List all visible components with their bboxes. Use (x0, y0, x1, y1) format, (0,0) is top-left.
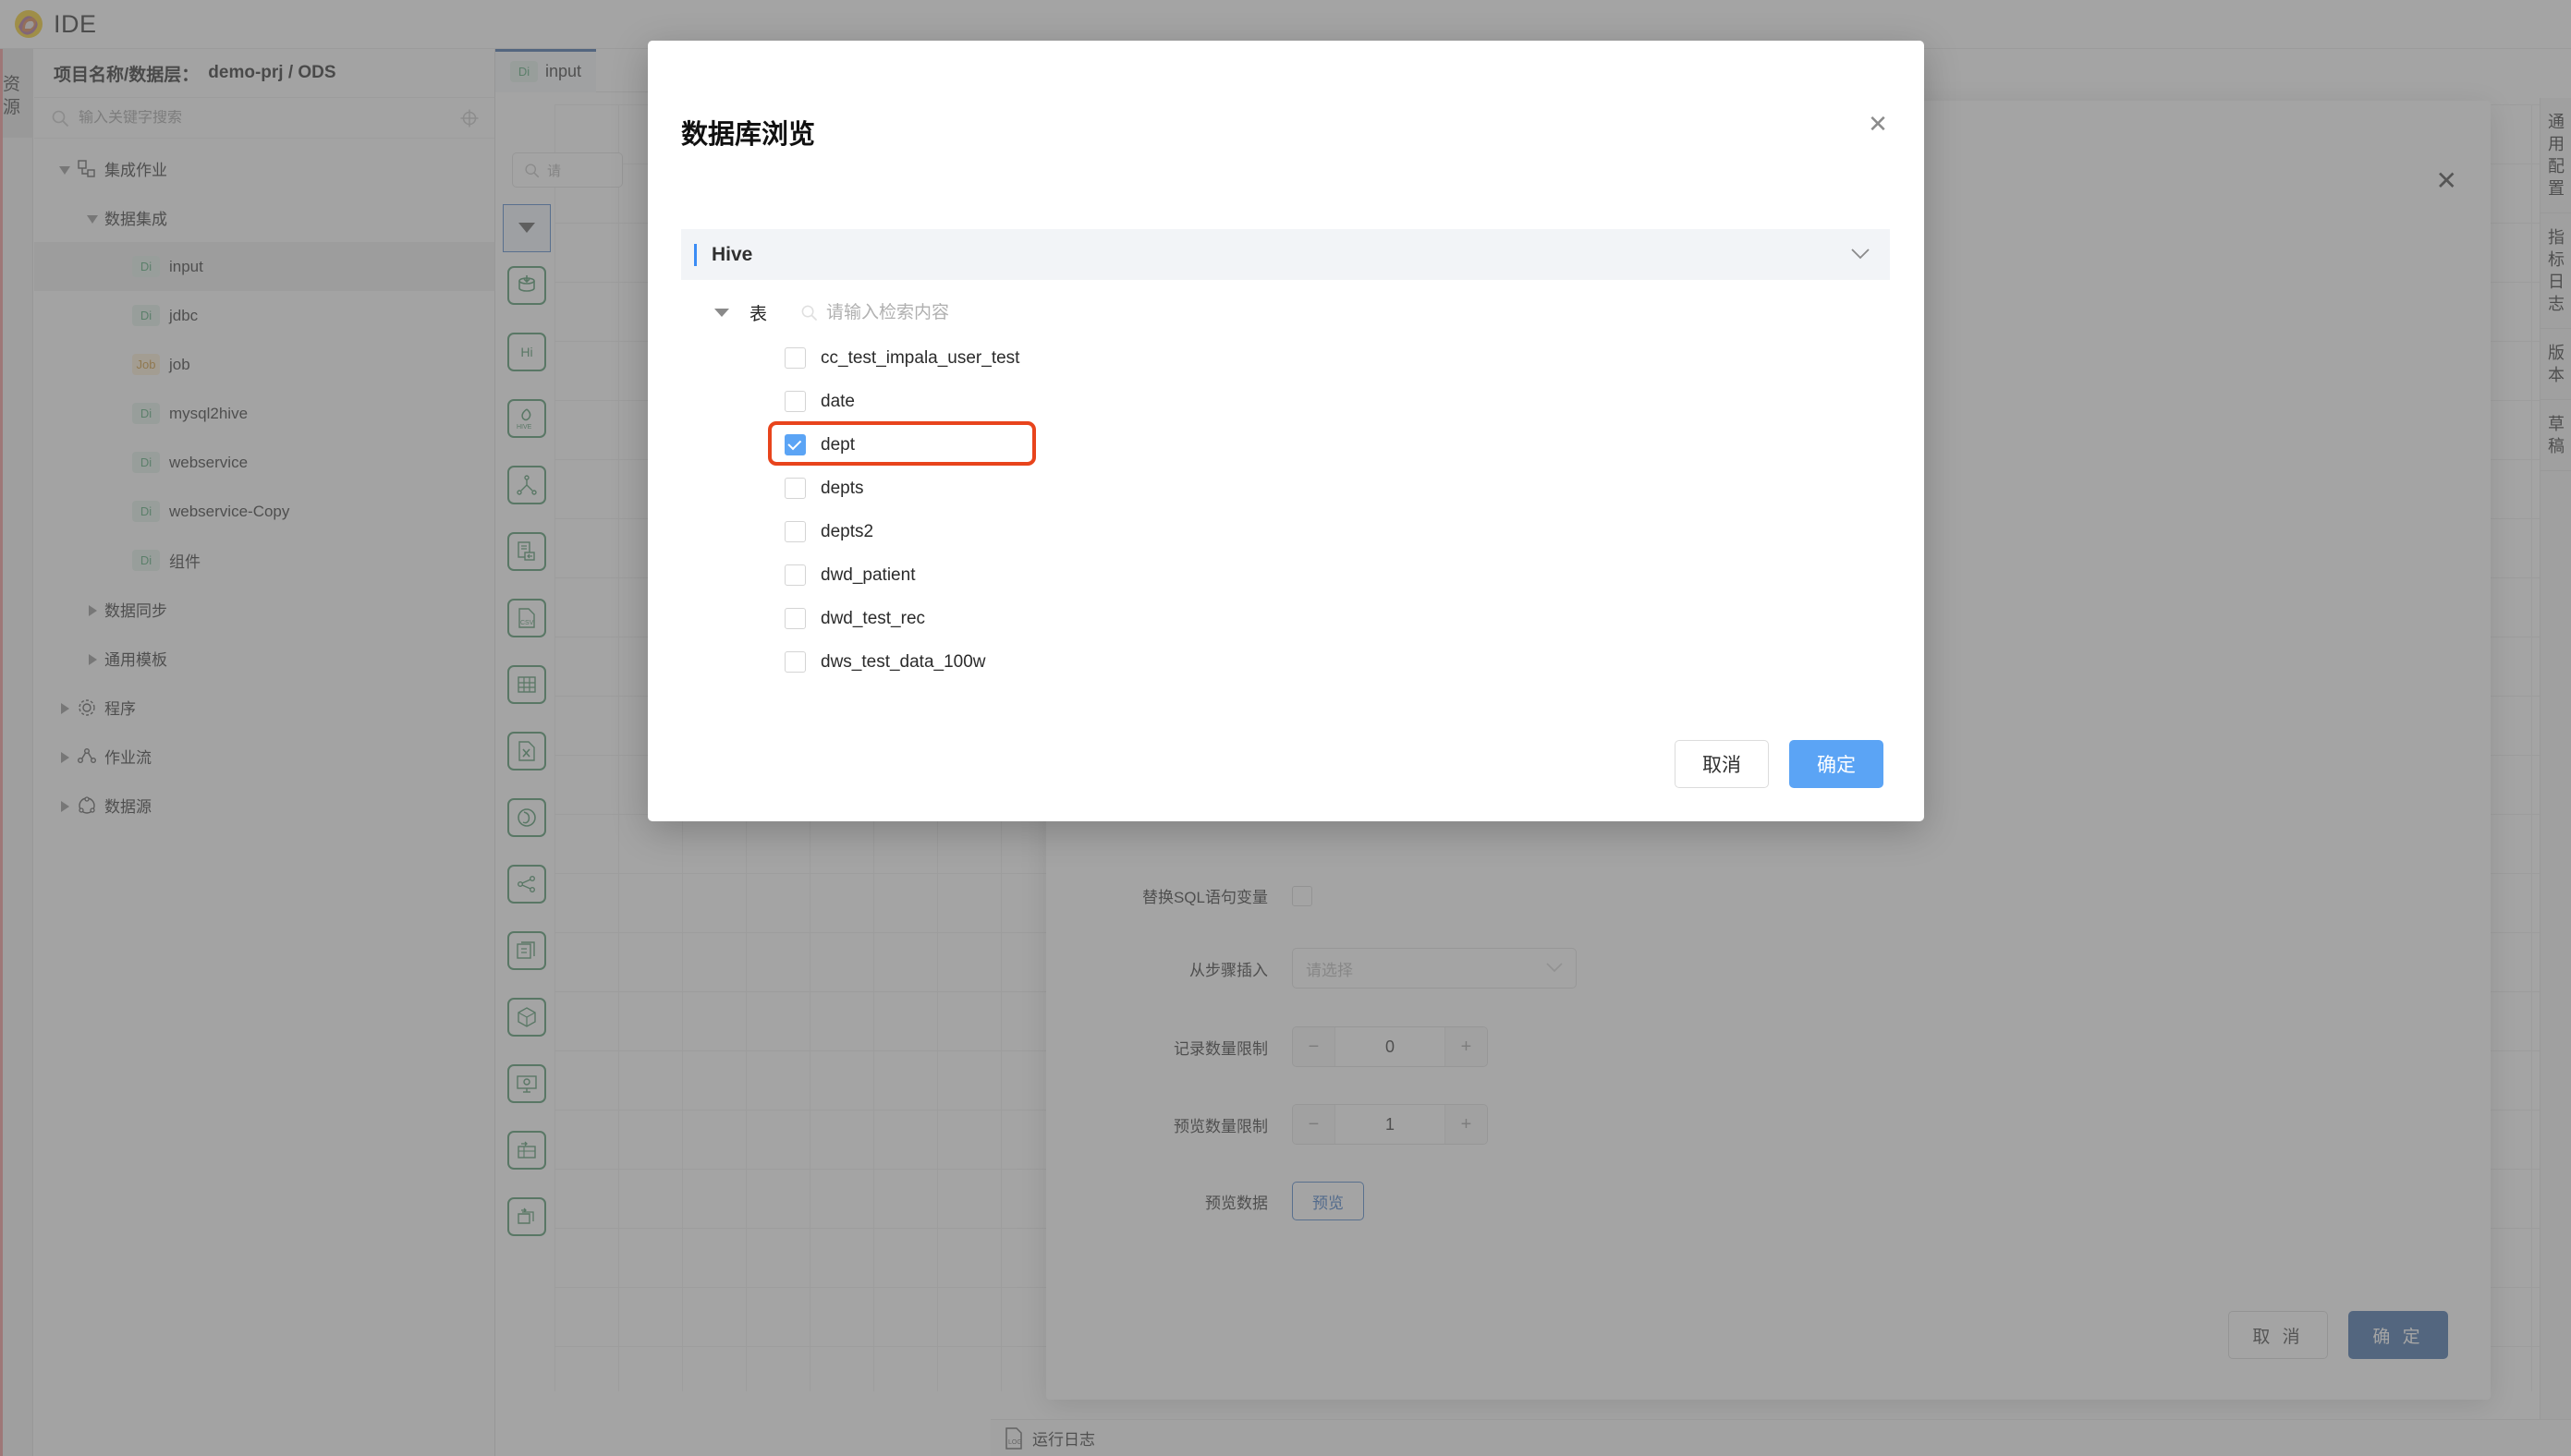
datasource-accent-bar (694, 243, 697, 266)
chevron-down-icon (1851, 244, 1870, 265)
table-section-header: 表 (681, 300, 1132, 325)
table-list-item[interactable]: dws_test_data_100w (681, 640, 1890, 684)
selection-highlight-ring (768, 421, 1036, 466)
table-name-label: cc_test_impala_user_test (821, 347, 1020, 368)
modal-confirm-button[interactable]: 确定 (1789, 740, 1883, 788)
datasource-selector[interactable]: Hive (681, 229, 1890, 280)
table-list-item[interactable]: depts (681, 467, 1890, 510)
database-browser-modal: 数据库浏览 ✕ Hive 表 cc_test_impala_user_testd… (648, 41, 1924, 821)
table-list-item[interactable]: dwd_test_rec (681, 597, 1890, 640)
table-name-label: dept (821, 434, 855, 455)
table-name-label: dwd_test_rec (821, 608, 926, 628)
table-list-item[interactable]: dept (681, 421, 1890, 467)
caret-down-icon[interactable] (714, 309, 729, 317)
application-window: IDE 资源 项目名称/数据层： demo-prj / ODS (0, 0, 2571, 1456)
table-name-label: dws_test_data_100w (821, 651, 986, 672)
table-list-item[interactable]: date (681, 380, 1890, 423)
table-name-label: date (821, 391, 855, 411)
table-checkbox[interactable] (785, 434, 806, 455)
table-checkbox[interactable] (785, 478, 806, 499)
table-name-label: dwd_patient (821, 564, 916, 585)
table-checkbox[interactable] (785, 564, 806, 586)
table-checkbox[interactable] (785, 347, 806, 369)
table-search-input[interactable] (826, 302, 1132, 323)
modal-footer: 取消 确定 (1675, 740, 1883, 788)
close-icon[interactable]: ✕ (1865, 111, 1891, 137)
table-checkbox[interactable] (785, 651, 806, 673)
table-checkbox[interactable] (785, 391, 806, 412)
table-checkbox[interactable] (785, 608, 806, 629)
modal-title: 数据库浏览 (681, 120, 816, 150)
table-search-box[interactable] (800, 302, 1132, 323)
modal-cancel-button[interactable]: 取消 (1675, 740, 1769, 788)
table-section-label: 表 (749, 305, 768, 324)
table-list-item[interactable]: cc_test_impala_user_test (681, 336, 1890, 380)
table-name-label: depts2 (821, 521, 874, 541)
search-icon (801, 305, 818, 322)
table-checkbox[interactable] (785, 521, 806, 542)
table-list-item[interactable]: depts2 (681, 510, 1890, 553)
table-list: cc_test_impala_user_testdate dept depts dep… (681, 336, 1890, 684)
datasource-name: Hive (712, 243, 753, 265)
table-list-item[interactable]: dwd_patient (681, 553, 1890, 597)
table-name-label: depts (821, 478, 864, 498)
